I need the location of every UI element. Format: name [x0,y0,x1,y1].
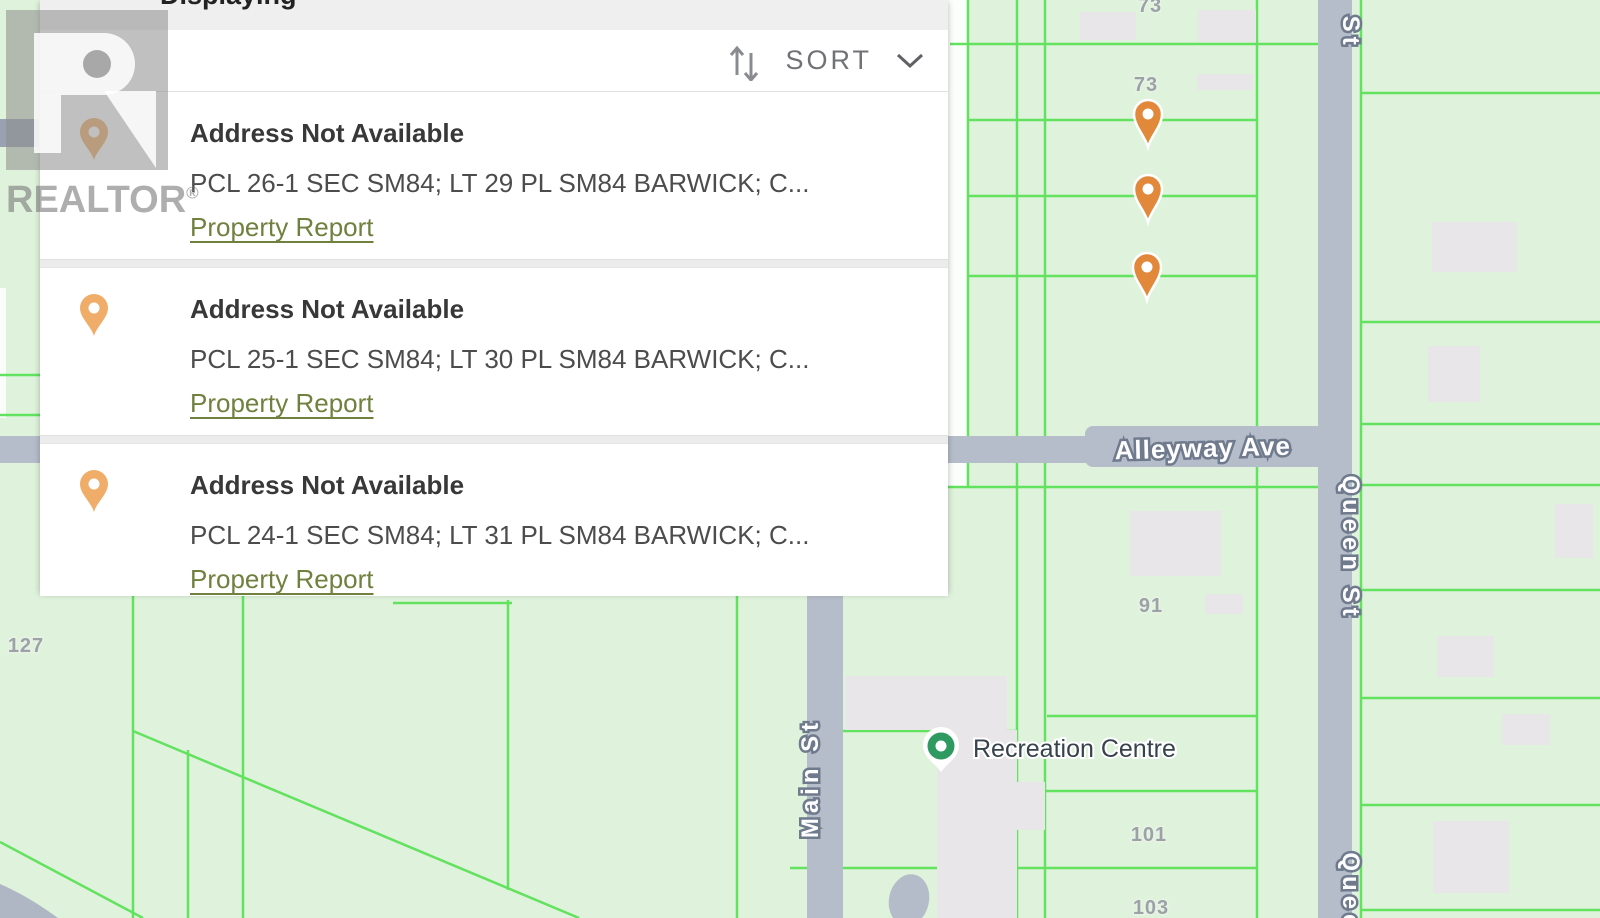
listing-title: Address Not Available [190,294,809,325]
chevron-down-icon [896,53,924,69]
sort-label: SORT [785,45,872,76]
lot-number: 91 [1139,595,1163,617]
results-count-text-cropped: Displaying [160,0,297,11]
listing-legal-description: PCL 26-1 SEC SM84; LT 29 PL SM84 BARWICK… [190,168,809,199]
street-label-main-st: Main St [797,718,824,838]
white-parcel [0,288,6,418]
location-pin-icon [79,118,109,162]
lot-number: 73 [1138,0,1162,17]
lot-number: 127 [8,635,44,657]
listing-legal-description: PCL 24-1 SEC SM84; LT 31 PL SM84 BARWICK… [190,520,809,551]
street-label-queen-st-top: Queen St [1337,0,1364,50]
location-pin-icon [79,294,109,338]
map-view: Alleyway Ave Queen St Queen St Queen St … [0,0,1600,918]
street-label-queen-st-bottom: Queen St [1337,852,1364,918]
white-parcel [948,0,968,487]
listing-row[interactable]: Address Not Available PCL 26-1 SEC SM84;… [40,92,948,259]
poi-pin-dot [936,741,947,752]
property-report-link[interactable]: Property Report [190,388,374,418]
sort-control[interactable]: SORT [40,30,948,92]
sort-arrows-icon [727,41,761,81]
listing-title: Address Not Available [190,118,809,149]
road-segment-left [0,119,39,147]
lot-number: 73 [1134,74,1158,96]
listing-row[interactable]: Address Not Available PCL 25-1 SEC SM84;… [40,268,948,435]
listing-content: Address Not Available PCL 26-1 SEC SM84;… [190,92,809,259]
listing-pin-column [40,444,190,596]
listing-legal-description: PCL 25-1 SEC SM84; LT 30 PL SM84 BARWICK… [190,344,809,375]
listing-row[interactable]: Address Not Available PCL 24-1 SEC SM84;… [40,444,948,596]
listing-separator [40,259,948,268]
property-report-link[interactable]: Property Report [190,212,374,242]
results-panel: Displaying SORT [40,0,948,592]
listing-pin-column [40,268,190,435]
poi-recreation-centre-label: Recreation Centre [973,735,1176,763]
street-label-alleyway-ave: Alleyway Ave [1114,431,1291,466]
lot-number: 103 [1133,897,1169,918]
listing-content: Address Not Available PCL 25-1 SEC SM84;… [190,268,809,435]
street-label-queen-st: Queen St [1337,475,1364,620]
road-queen-st [1318,0,1352,918]
property-report-link[interactable]: Property Report [190,564,374,594]
listing-pin-column [40,92,190,259]
listing-separator [40,435,948,444]
results-header-bar: Displaying [40,0,948,30]
listing-content: Address Not Available PCL 24-1 SEC SM84;… [190,444,809,596]
location-pin-icon [79,470,109,514]
lot-number: 101 [1131,824,1167,846]
listing-title: Address Not Available [190,470,809,501]
